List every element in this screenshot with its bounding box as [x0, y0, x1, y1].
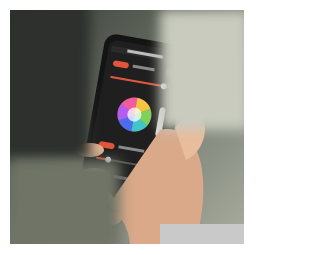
photo	[10, 10, 244, 244]
photo-scene	[0, 0, 254, 255]
background-window-light	[160, 10, 244, 130]
sleeve	[160, 224, 244, 244]
background-dark-area	[10, 10, 90, 160]
background-table	[10, 160, 120, 244]
